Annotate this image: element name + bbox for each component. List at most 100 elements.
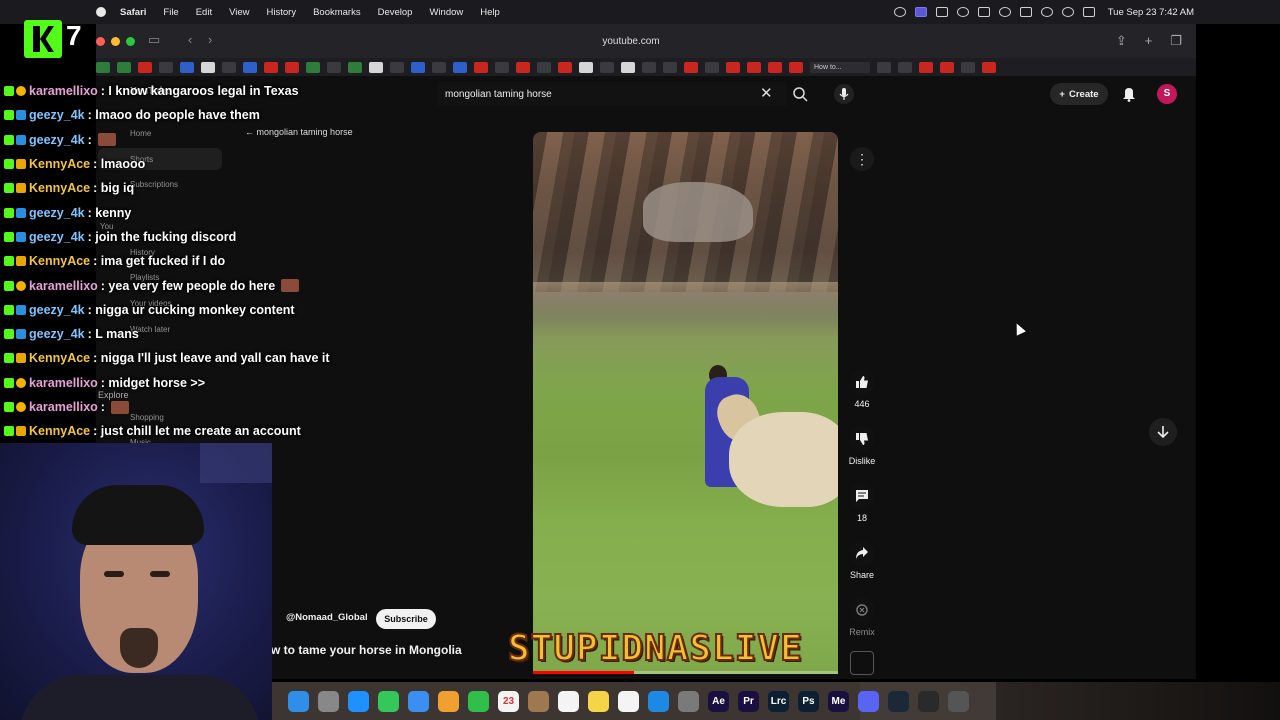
microphone-icon[interactable] — [834, 84, 854, 104]
favorite-icon[interactable] — [684, 61, 698, 73]
menu-history[interactable]: History — [267, 7, 297, 18]
favorite-icon[interactable] — [537, 61, 551, 73]
favorite-icon[interactable] — [327, 61, 341, 73]
favorite-icon[interactable] — [579, 61, 593, 73]
short-video-player[interactable] — [533, 132, 838, 674]
chat-username[interactable]: geezy_4k — [29, 230, 85, 244]
extension-icon[interactable] — [935, 7, 948, 17]
favorite-icon[interactable] — [180, 61, 194, 73]
favorite-icon[interactable] — [642, 61, 656, 73]
favorite-icon[interactable] — [768, 61, 782, 73]
search-input[interactable]: mongolian taming horse — [437, 82, 787, 106]
chat-username[interactable]: geezy_4k — [29, 327, 85, 341]
favorite-icon[interactable] — [961, 61, 975, 73]
after-effects-icon[interactable]: Ae — [708, 690, 729, 712]
spotlight-icon[interactable] — [1061, 7, 1074, 17]
contacts-icon[interactable] — [528, 690, 549, 712]
media-encoder-icon[interactable]: Me — [828, 690, 849, 712]
favorite-icon[interactable] — [705, 61, 719, 73]
chat-username[interactable]: karamellixo — [29, 84, 98, 98]
favorite-icon[interactable] — [898, 61, 912, 73]
control-center-icon[interactable] — [1082, 7, 1095, 17]
video-progress-bar[interactable] — [533, 671, 838, 674]
favorite-icon[interactable] — [159, 61, 173, 73]
share-button[interactable]: Share — [846, 540, 878, 580]
close-window-icon[interactable] — [96, 36, 105, 46]
new-tab-icon[interactable]: + — [1145, 33, 1153, 49]
premiere-icon[interactable]: Pr — [738, 690, 759, 712]
menu-bookmarks[interactable]: Bookmarks — [313, 7, 361, 18]
screen-mirror-icon[interactable] — [914, 7, 927, 17]
chat-username[interactable]: KennyAce — [29, 157, 90, 171]
favorite-icon[interactable] — [919, 61, 933, 73]
favorite-icon[interactable] — [369, 61, 383, 73]
menu-window[interactable]: Window — [429, 7, 463, 18]
search-icon[interactable] — [791, 85, 809, 103]
forward-icon[interactable]: › — [208, 32, 212, 47]
subscribe-button[interactable]: Subscribe — [376, 609, 436, 629]
display-icon[interactable] — [977, 7, 990, 17]
favorite-icon[interactable] — [264, 61, 278, 73]
menu-edit[interactable]: Edit — [196, 7, 212, 18]
favorite-icon[interactable] — [348, 61, 362, 73]
favorite-icon[interactable] — [982, 61, 996, 73]
appstore-icon[interactable] — [648, 690, 669, 712]
sound-thumbnail-icon[interactable] — [850, 651, 874, 675]
apple-menu-icon[interactable] — [96, 7, 106, 17]
chat-username[interactable]: geezy_4k — [29, 206, 85, 220]
favorite-icon[interactable] — [201, 61, 215, 73]
comments-button[interactable]: 18 — [846, 483, 878, 523]
notes-icon[interactable] — [588, 690, 609, 712]
favorite-icon[interactable] — [285, 61, 299, 73]
settings-icon[interactable] — [678, 690, 699, 712]
creative-cloud-icon[interactable] — [956, 7, 969, 17]
messages-icon[interactable] — [378, 690, 399, 712]
favorite-icon[interactable] — [138, 61, 152, 73]
channel-handle[interactable]: @Nomaad_Global — [286, 612, 368, 623]
back-icon[interactable]: ‹ — [188, 32, 192, 47]
create-button[interactable]: + Create — [1050, 83, 1108, 105]
menu-view[interactable]: View — [229, 7, 249, 18]
favorite-icon[interactable] — [453, 61, 467, 73]
account-avatar[interactable]: S — [1157, 84, 1177, 104]
favorite-icon[interactable] — [940, 61, 954, 73]
favorite-icon[interactable] — [747, 61, 761, 73]
favorite-icon[interactable] — [96, 61, 110, 73]
chat-username[interactable]: KennyAce — [29, 424, 90, 438]
favorite-icon[interactable] — [432, 61, 446, 73]
favorite-icon[interactable] — [474, 61, 488, 73]
favorite-icon[interactable] — [495, 61, 509, 73]
chat-username[interactable]: geezy_4k — [29, 108, 85, 122]
freeform-icon[interactable] — [618, 690, 639, 712]
favorite-icon[interactable] — [789, 61, 803, 73]
battery-icon[interactable] — [1019, 7, 1032, 17]
favorite-icon[interactable] — [663, 61, 677, 73]
favorite-icon[interactable] — [390, 61, 404, 73]
favorite-icon[interactable] — [516, 61, 530, 73]
favorite-icon[interactable] — [726, 61, 740, 73]
launchpad-icon[interactable] — [318, 690, 339, 712]
dislike-button[interactable]: Dislike — [846, 426, 878, 466]
next-short-button[interactable] — [1149, 418, 1177, 446]
more-options-icon[interactable]: ⋮ — [850, 147, 874, 171]
safari-icon[interactable] — [348, 690, 369, 712]
favorite-icon[interactable] — [600, 61, 614, 73]
chat-username[interactable]: KennyAce — [29, 351, 90, 365]
address-bar[interactable]: youtube.com — [396, 31, 866, 51]
chat-username[interactable]: karamellixo — [29, 376, 98, 390]
video-title[interactable]: w to tame your horse in Mongolia — [271, 643, 462, 657]
favorite-icon[interactable] — [222, 61, 236, 73]
favorite-icon[interactable] — [877, 61, 891, 73]
minimize-window-icon[interactable] — [111, 36, 120, 46]
tab-how-to[interactable]: How to... — [810, 61, 870, 73]
notifications-bell-icon[interactable] — [1122, 86, 1136, 102]
status-icon[interactable] — [893, 7, 906, 17]
menu-help[interactable]: Help — [480, 7, 500, 18]
like-button[interactable]: 446 — [846, 369, 878, 409]
chat-username[interactable]: KennyAce — [29, 254, 90, 268]
chat-username[interactable]: karamellixo — [29, 400, 98, 414]
favorite-icon[interactable] — [243, 61, 257, 73]
trash-icon[interactable] — [948, 690, 969, 712]
chat-username[interactable]: KennyAce — [29, 181, 90, 195]
calendar-icon[interactable]: 23 — [498, 690, 519, 712]
